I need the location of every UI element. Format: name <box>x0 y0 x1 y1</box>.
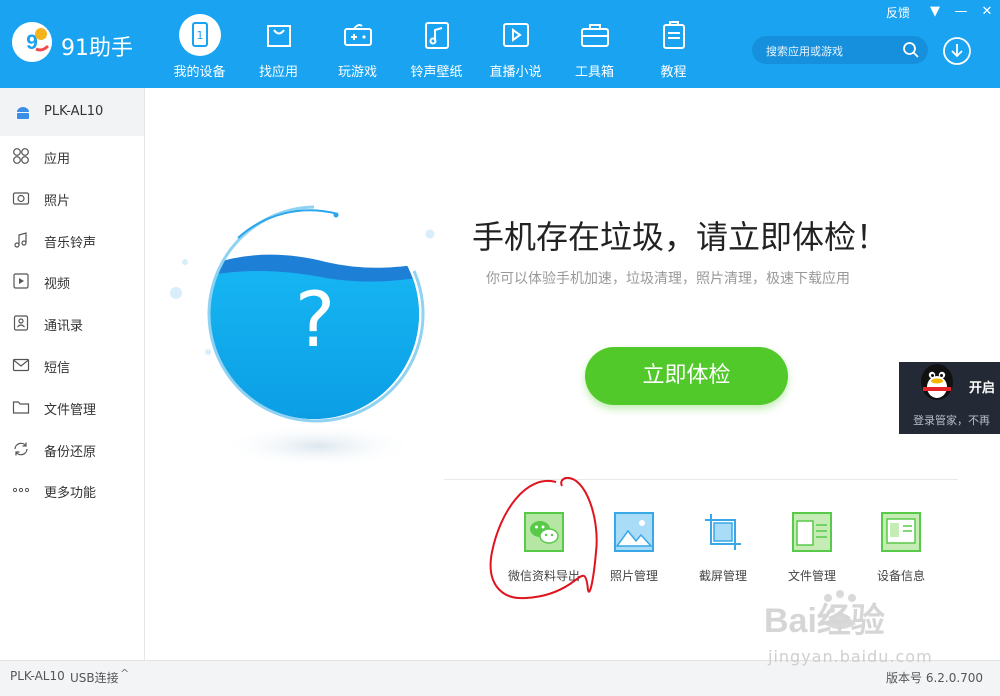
connection-status[interactable]: USB连接 <box>70 669 119 686</box>
crop-icon <box>705 514 741 550</box>
version-label: 版本号 6.2.0.700 <box>886 671 984 685</box>
message-icon <box>12 358 30 372</box>
toolbox-icon <box>580 24 609 47</box>
camera-icon <box>12 192 30 205</box>
search-input[interactable]: 搜索应用或游戏 <box>766 43 843 59</box>
clipboard-icon <box>662 21 685 49</box>
tool-screenshot-manager[interactable]: 截屏管理 <box>678 512 768 583</box>
android-icon <box>17 107 29 119</box>
nav-label: 教程 <box>660 65 687 80</box>
nav-label: 玩游戏 <box>337 65 377 80</box>
photo-icon <box>614 512 654 552</box>
download-icon[interactable] <box>942 36 972 66</box>
nav-label: 直播小说 <box>489 65 542 80</box>
sidebar-item-files[interactable]: 文件管理 <box>0 387 144 429</box>
nav-toolbox[interactable]: 工具箱 <box>555 0 634 88</box>
file-manager-icon <box>792 512 832 552</box>
sidebar-item-label: 照片 <box>44 193 71 209</box>
more-dots-icon <box>12 488 30 493</box>
nav-my-device[interactable]: 1 我的设备 <box>160 0 239 88</box>
qq-login-popup[interactable]: 开启 登录管家，不再 <box>899 362 1000 434</box>
window-controls: 反馈 ▼ — ✕ <box>886 0 1000 24</box>
app-logo-icon: 9 <box>12 22 52 62</box>
nav-games[interactable]: 玩游戏 <box>318 0 397 88</box>
search-box[interactable]: 搜索应用或游戏 <box>752 36 928 64</box>
refresh-icon <box>14 442 28 456</box>
sidebar-item-video[interactable]: 视频 <box>0 261 144 303</box>
status-device-name: PLK-AL10 <box>10 669 65 683</box>
sidebar-item-messages[interactable]: 短信 <box>0 345 144 387</box>
device-icon: 1 <box>178 14 221 56</box>
page-subtitle: 你可以体验手机加速，垃圾清理，照片清理，极速下载应用 <box>486 271 850 287</box>
chevron-up-icon[interactable]: ^ <box>120 667 129 680</box>
sidebar-item-contacts[interactable]: 通讯录 <box>0 303 144 345</box>
play-icon <box>502 23 529 47</box>
device-info-icon <box>881 512 921 552</box>
nav-label: 找应用 <box>258 65 298 80</box>
tool-label: 截屏管理 <box>698 569 747 583</box>
tool-file-manager[interactable]: 文件管理 <box>767 512 857 583</box>
nav-label: 我的设备 <box>173 65 226 80</box>
tool-label: 文件管理 <box>787 569 836 583</box>
watermark-url: jingyan.baidu.com <box>768 647 933 666</box>
feedback-link[interactable]: 反馈 <box>886 4 910 21</box>
sidebar-item-backup[interactable]: 备份还原 <box>0 429 144 471</box>
nav-live-novel[interactable]: 直播小说 <box>476 0 555 88</box>
qq-popup-subtitle: 登录管家，不再 <box>913 414 990 427</box>
nav-tutorial[interactable]: 教程 <box>634 0 713 88</box>
sidebar-item-label: 视频 <box>44 277 71 293</box>
video-icon <box>13 273 29 289</box>
sidebar-item-more[interactable]: 更多功能 <box>0 470 144 512</box>
check-now-button[interactable]: 立即体检 <box>585 347 788 405</box>
qq-popup-title: 开启 <box>969 381 996 396</box>
music-note-icon <box>424 22 449 49</box>
qq-penguin-icon <box>921 364 953 400</box>
sidebar-item-label: 音乐铃声 <box>44 235 97 251</box>
nav-ringtones[interactable]: 铃声壁纸 <box>397 0 476 88</box>
sidebar-item-label: 应用 <box>44 152 71 167</box>
sidebar-item-music[interactable]: 音乐铃声 <box>0 220 144 262</box>
sidebar-item-label: 更多功能 <box>44 486 97 502</box>
menu-dropdown-icon[interactable]: ▼ <box>922 0 948 24</box>
annotation-circle <box>489 476 598 600</box>
main-panel: ? 手机存在垃圾，请立即体检！ 你可以体验手机加速，垃圾清理，照片清理，极速下载… <box>146 88 1000 660</box>
sidebar-item-label: 通讯录 <box>44 319 84 335</box>
nav-find-apps[interactable]: 找应用 <box>239 0 318 88</box>
bag-icon <box>266 25 291 47</box>
sidebar-item-label: 备份还原 <box>44 444 97 460</box>
search-icon[interactable] <box>902 41 920 59</box>
title-bar: 9 91助手 1 我的设备 找应用 玩游戏 铃声壁纸 直播小说 工具箱 教程 反… <box>0 0 1000 88</box>
app-name: 91助手 <box>61 36 133 61</box>
tool-label: 设备信息 <box>876 569 925 583</box>
sidebar-device[interactable]: PLK-AL10 <box>0 88 144 136</box>
device-name: PLK-AL10 <box>44 104 104 119</box>
sidebar-item-label: 文件管理 <box>44 402 97 418</box>
page-title: 手机存在垃圾，请立即体检！ <box>472 218 889 256</box>
music-note-icon <box>14 231 27 248</box>
folder-icon <box>12 401 30 414</box>
main-nav: 1 我的设备 找应用 玩游戏 铃声壁纸 直播小说 工具箱 教程 <box>160 0 713 88</box>
close-icon[interactable]: ✕ <box>974 0 1000 24</box>
gamepad-icon <box>343 24 372 46</box>
sidebar-item-label: 短信 <box>44 360 71 376</box>
contacts-icon <box>13 315 29 331</box>
nav-label: 铃声壁纸 <box>410 65 463 80</box>
minimize-icon[interactable]: — <box>948 0 974 24</box>
sidebar-item-apps[interactable]: 应用 <box>0 136 144 178</box>
sidebar-item-photos[interactable]: 照片 <box>0 178 144 220</box>
apps-grid-icon <box>13 148 29 164</box>
sidebar: PLK-AL10 应用 照片 音乐铃声 视频 通讯录 短信 文件管理 备份还原 … <box>0 88 145 660</box>
question-mark: ? <box>295 275 335 364</box>
nav-label: 工具箱 <box>574 65 614 80</box>
svg-text:1: 1 <box>196 29 203 42</box>
tool-device-info[interactable]: 设备信息 <box>856 512 946 583</box>
